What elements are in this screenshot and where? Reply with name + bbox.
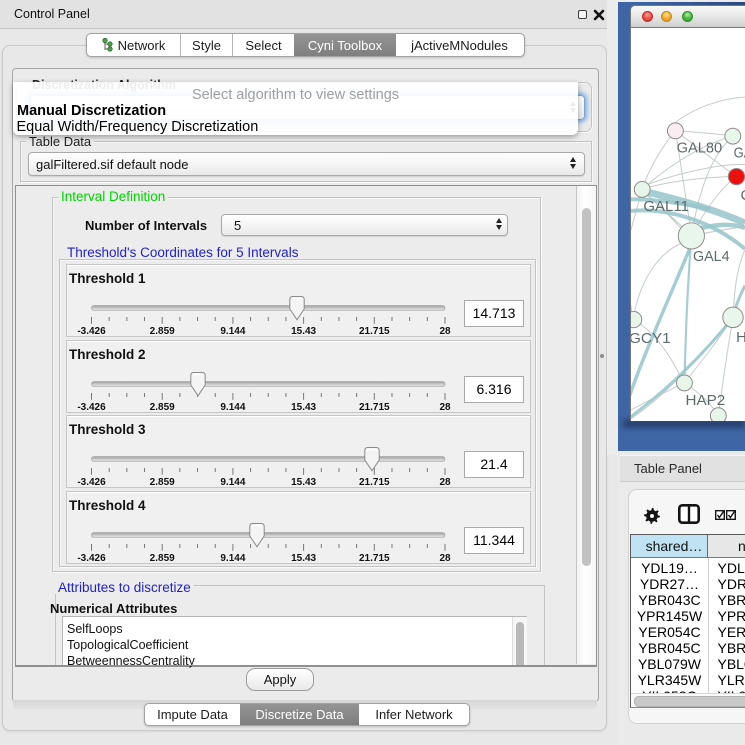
svg-text:21.715: 21.715 xyxy=(359,402,390,412)
svg-text:2.859: 2.859 xyxy=(150,402,175,412)
svg-text:9.144: 9.144 xyxy=(220,553,245,563)
svg-text:-3.426: -3.426 xyxy=(77,402,106,412)
svg-text:9.144: 9.144 xyxy=(220,402,245,412)
svg-text:15.43: 15.43 xyxy=(291,402,316,412)
svg-text:21.715: 21.715 xyxy=(359,477,390,487)
svg-text:-3.426: -3.426 xyxy=(77,326,106,336)
svg-text:GCY1: GCY1 xyxy=(630,331,671,347)
svg-text:28: 28 xyxy=(439,477,451,487)
svg-text:28: 28 xyxy=(439,326,451,336)
svg-text:HAP2: HAP2 xyxy=(686,393,726,409)
svg-text:15.43: 15.43 xyxy=(291,553,316,563)
svg-text:15.43: 15.43 xyxy=(291,326,316,336)
svg-text:28: 28 xyxy=(439,553,451,563)
svg-text:GA: GA xyxy=(734,146,745,162)
svg-text:-3.426: -3.426 xyxy=(77,553,106,563)
svg-text:9.144: 9.144 xyxy=(220,477,245,487)
svg-text:GAL80: GAL80 xyxy=(677,141,723,157)
svg-text:2.859: 2.859 xyxy=(150,477,175,487)
svg-text:GAL11: GAL11 xyxy=(643,199,689,215)
svg-text:9.144: 9.144 xyxy=(220,326,245,336)
svg-text:15.43: 15.43 xyxy=(291,477,316,487)
svg-text:21.715: 21.715 xyxy=(359,553,390,563)
svg-text:28: 28 xyxy=(439,402,451,412)
svg-text:2.859: 2.859 xyxy=(150,553,175,563)
svg-text:C: C xyxy=(741,188,745,204)
svg-text:2.859: 2.859 xyxy=(150,326,175,336)
svg-text:-3.426: -3.426 xyxy=(77,477,106,487)
svg-text:21.715: 21.715 xyxy=(359,326,390,336)
svg-text:H: H xyxy=(736,330,745,346)
svg-text:GAL4: GAL4 xyxy=(693,249,730,265)
